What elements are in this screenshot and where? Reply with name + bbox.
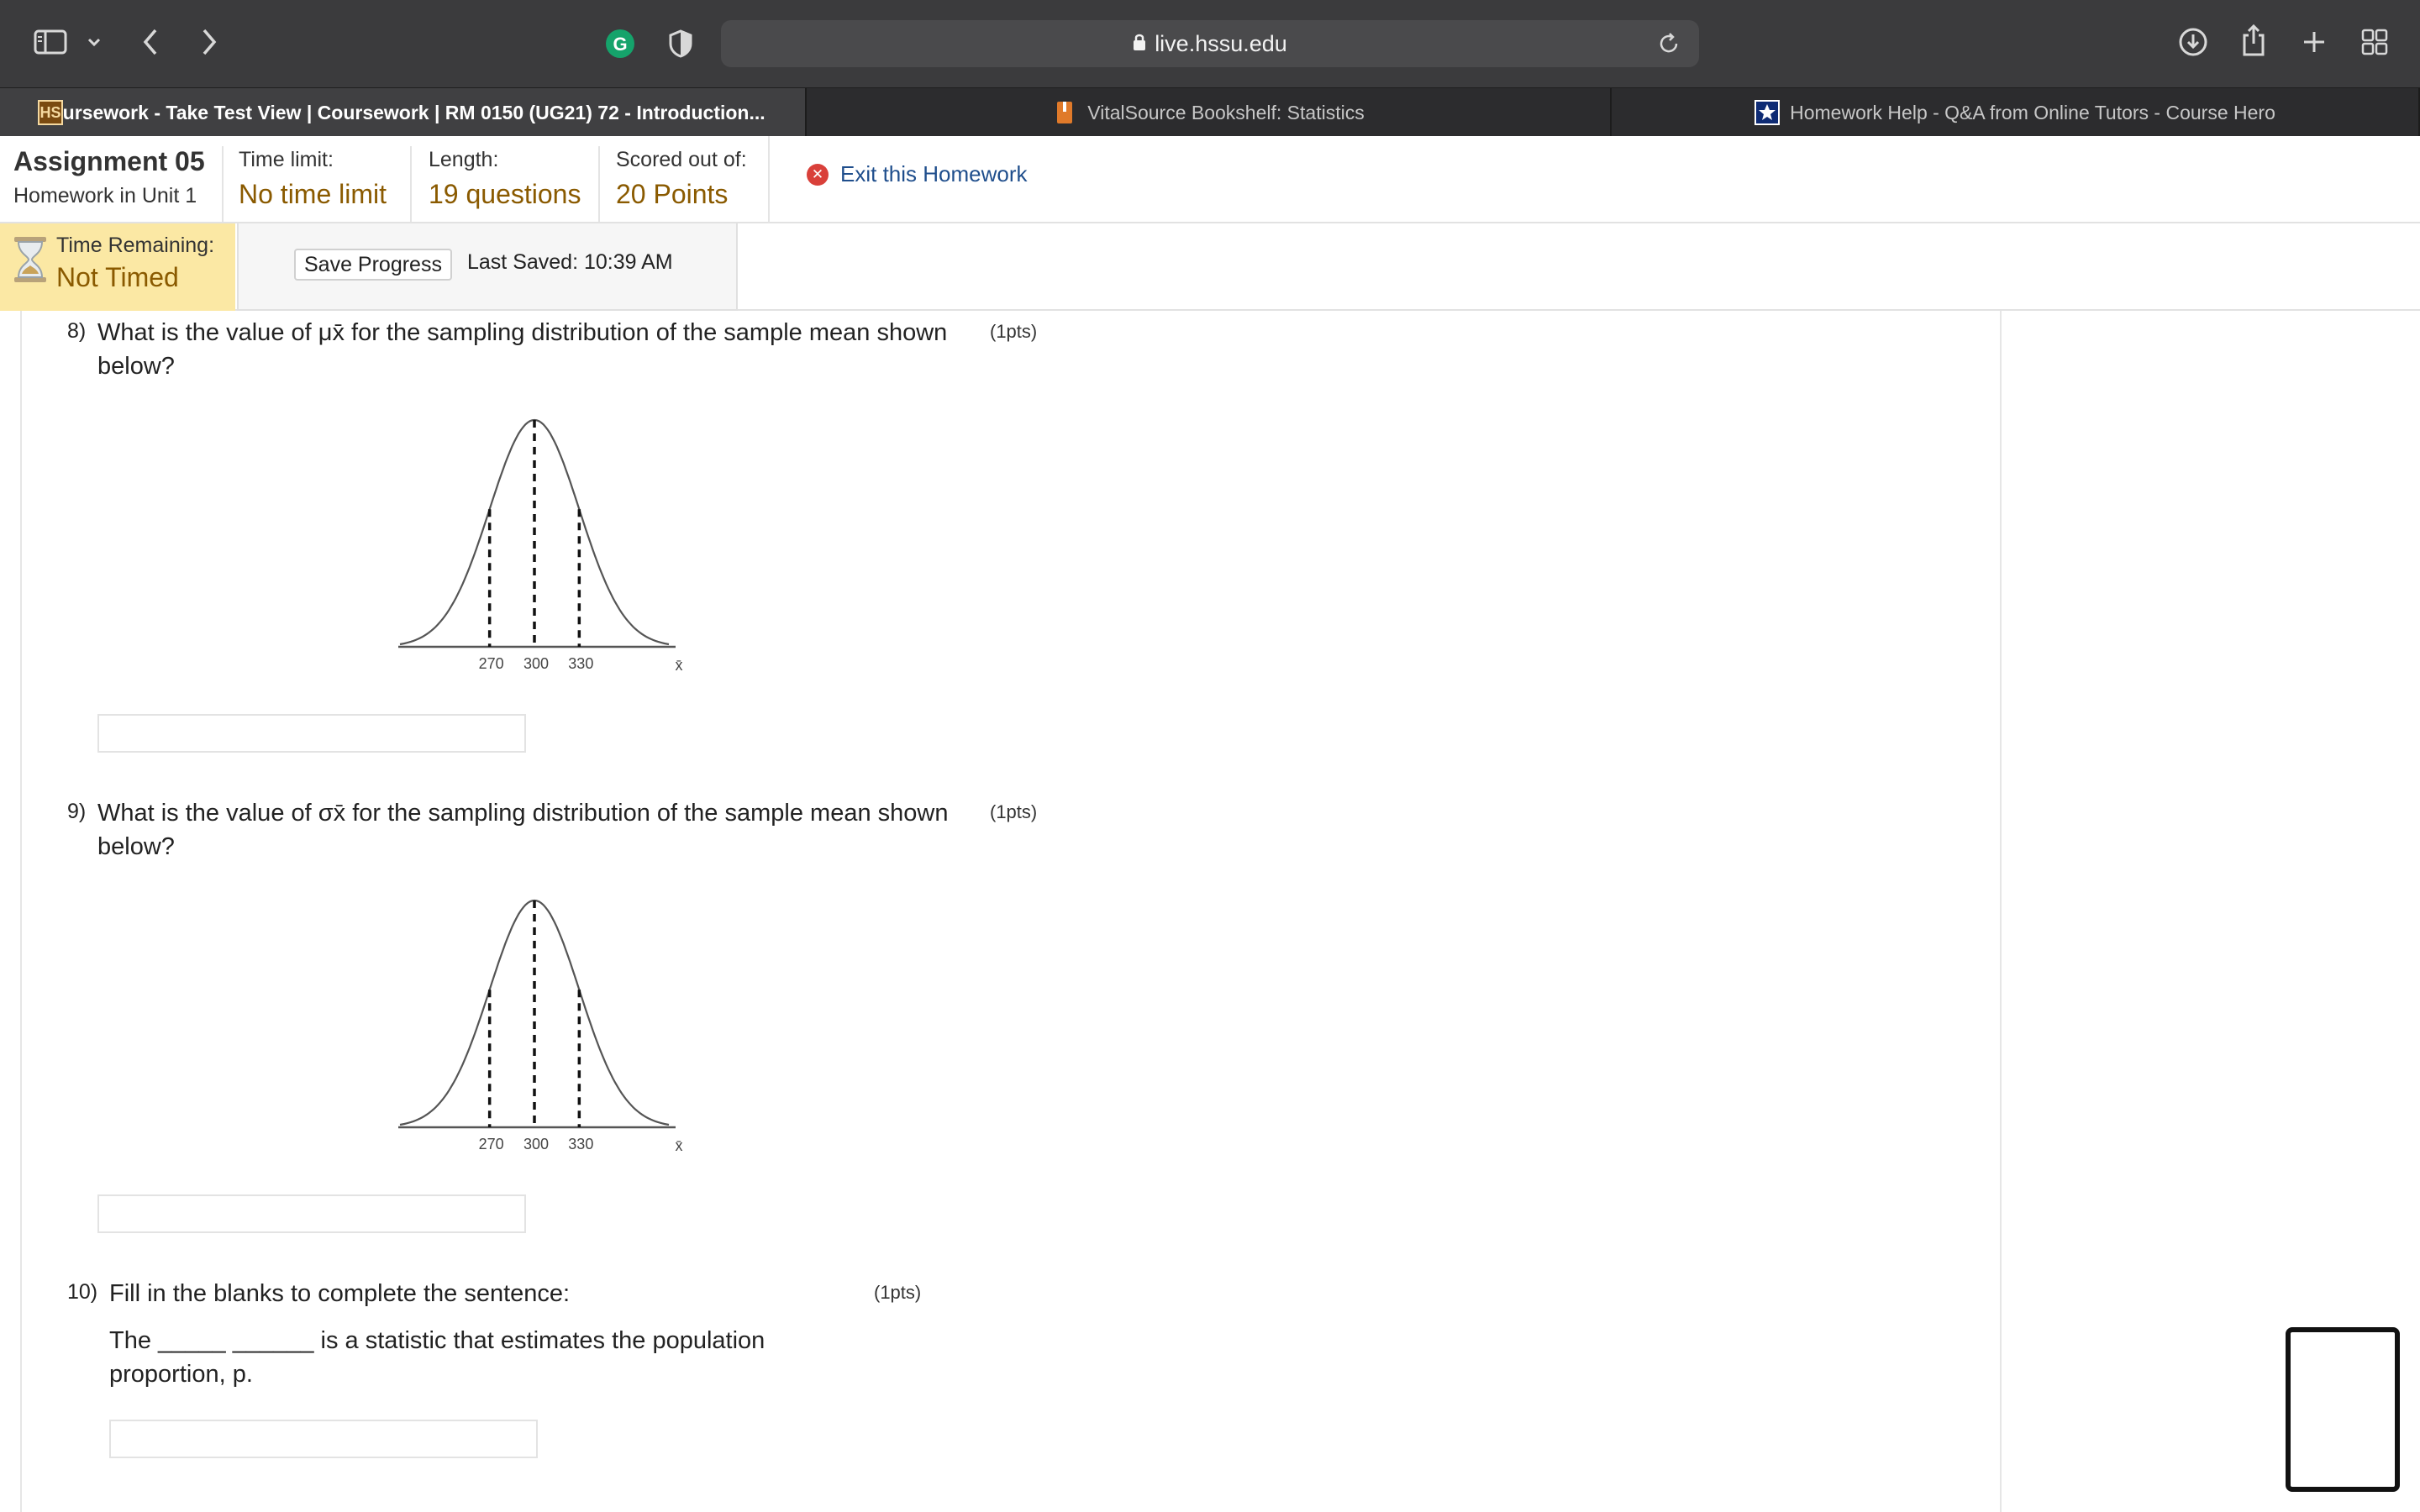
answer-input[interactable]: [109, 1420, 538, 1458]
tick-label: 300: [523, 1136, 549, 1152]
browser-toolbar: G live.hssu.edu: [0, 0, 2420, 87]
normal-curve-plot: 270 300 330 x̄: [398, 418, 683, 674]
chevron-down-icon[interactable]: [84, 32, 104, 52]
new-tab-icon[interactable]: [2299, 27, 2329, 57]
question-8: 8) What is the value of μx̄ for the samp…: [22, 311, 1114, 764]
question-number: 10): [67, 1280, 98, 1304]
share-icon[interactable]: [2238, 22, 2269, 59]
tick-label: 330: [568, 1136, 593, 1152]
exit-homework-label: Exit this Homework: [840, 161, 1028, 186]
question-text: What is the value of μx̄ for the samplin…: [97, 316, 1013, 383]
grammarly-icon[interactable]: G: [603, 27, 637, 60]
download-icon[interactable]: [2176, 25, 2210, 59]
hourglass-icon: [12, 235, 49, 288]
divider: [768, 136, 770, 223]
time-limit-info: Time limit: No time limit: [239, 148, 387, 210]
tab-title: Coursework - Take Test View | Coursework…: [37, 101, 765, 123]
answer-field[interactable]: [111, 1421, 536, 1457]
back-icon[interactable]: [138, 25, 163, 59]
address-bar[interactable]: live.hssu.edu: [721, 20, 1699, 67]
scored-value: 20 Points: [616, 179, 729, 209]
question-10: 10) Fill in the blanks to complete the s…: [22, 1272, 1114, 1490]
tick-label: 330: [568, 655, 593, 672]
bookmark-icon: [1052, 100, 1077, 125]
forward-icon[interactable]: [197, 25, 222, 59]
tab-title: Homework Help - Q&A from Online Tutors -…: [1790, 101, 2275, 123]
divider: [410, 146, 412, 222]
normal-curve-plot: 270 300 330 x̄: [398, 899, 683, 1154]
length-label: Length:: [429, 148, 499, 171]
length-value: 19 questions: [429, 179, 581, 209]
question-points: (1pts): [990, 321, 1038, 342]
time-limit-value: No time limit: [239, 179, 387, 209]
question-text: Fill in the blanks to complete the sente…: [109, 1280, 571, 1307]
question-text-line: below?: [97, 833, 175, 860]
svg-text:G: G: [613, 34, 627, 55]
assignment-subtitle: Homework in Unit 1: [13, 184, 197, 207]
length-info: Length: 19 questions: [429, 148, 581, 210]
scored-label: Scored out of:: [616, 148, 747, 171]
answer-input[interactable]: [97, 714, 526, 753]
question-points: (1pts): [874, 1282, 922, 1303]
fill-in-sentence: The _____ ______ is a statistic that est…: [109, 1324, 781, 1391]
tab-coursework[interactable]: HS Coursework - Take Test View | Coursew…: [0, 88, 807, 137]
url-text: live.hssu.edu: [1155, 30, 1287, 56]
answer-field[interactable]: [99, 716, 524, 751]
question-9: 9) What is the value of σx̄ for the samp…: [22, 791, 1114, 1245]
star-icon: [1754, 100, 1781, 125]
tick-label: 270: [479, 655, 504, 672]
exit-homework-link[interactable]: ✕ Exit this Homework: [807, 161, 1028, 187]
floating-widget[interactable]: [2286, 1327, 2400, 1492]
shield-icon[interactable]: [666, 27, 696, 60]
tab-vitalsource[interactable]: VitalSource Bookshelf: Statistics: [807, 88, 1612, 137]
x-axis-symbol: x̄: [676, 657, 683, 674]
tab-title: VitalSource Bookshelf: Statistics: [1087, 101, 1365, 123]
tab-overview-icon[interactable]: [2360, 27, 2390, 57]
answer-input[interactable]: [97, 1194, 526, 1233]
scored-info: Scored out of: 20 Points: [616, 148, 747, 210]
assignment-info: Assignment 05 Homework in Unit 1: [13, 146, 205, 208]
x-axis-symbol: x̄: [676, 1137, 683, 1154]
divider: [598, 146, 600, 222]
time-remaining-value: Not Timed: [56, 262, 179, 292]
question-text-line: What is the value of μx̄ for the samplin…: [97, 319, 948, 346]
reload-icon[interactable]: [1657, 30, 1681, 61]
save-panel: Save Progress Last Saved: 10:39 AM: [237, 223, 738, 311]
sidebar-toggle-icon[interactable]: [32, 27, 69, 57]
close-icon: ✕: [807, 163, 829, 186]
save-progress-button[interactable]: Save Progress: [294, 249, 452, 281]
time-remaining-panel: Time Remaining: Not Timed: [0, 223, 235, 311]
tick-label: 270: [479, 1136, 504, 1152]
assignment-header: Assignment 05 Homework in Unit 1 Time li…: [0, 136, 2420, 223]
question-text-line: What is the value of σx̄ for the samplin…: [97, 800, 949, 827]
assignment-title: Assignment 05: [13, 146, 205, 176]
question-text-line: below?: [97, 353, 175, 380]
question-list: 8) What is the value of μx̄ for the samp…: [20, 311, 2002, 1512]
lock-icon: [1133, 31, 1146, 57]
sentence-line: The _____ ______ is a statistic that est…: [109, 1327, 765, 1354]
question-text: What is the value of σx̄ for the samplin…: [97, 796, 1013, 864]
timer-bar: Time Remaining: Not Timed Save Progress …: [0, 223, 2420, 311]
tab-bar: HS Coursework - Take Test View | Coursew…: [0, 87, 2420, 137]
last-saved-text: Last Saved: 10:39 AM: [467, 250, 673, 274]
time-remaining-label: Time Remaining:: [56, 234, 215, 257]
question-number: 9): [67, 800, 87, 823]
question-points: (1pts): [990, 801, 1038, 822]
tab-course-hero[interactable]: Homework Help - Q&A from Online Tutors -…: [1612, 88, 2420, 137]
sentence-line: proportion, p.: [109, 1361, 253, 1388]
answer-field[interactable]: [99, 1196, 524, 1231]
divider: [222, 146, 224, 222]
question-number: 8): [67, 319, 87, 343]
tick-label: 300: [523, 655, 549, 672]
time-limit-label: Time limit:: [239, 148, 334, 171]
hs-favicon-icon: HS: [38, 100, 63, 125]
